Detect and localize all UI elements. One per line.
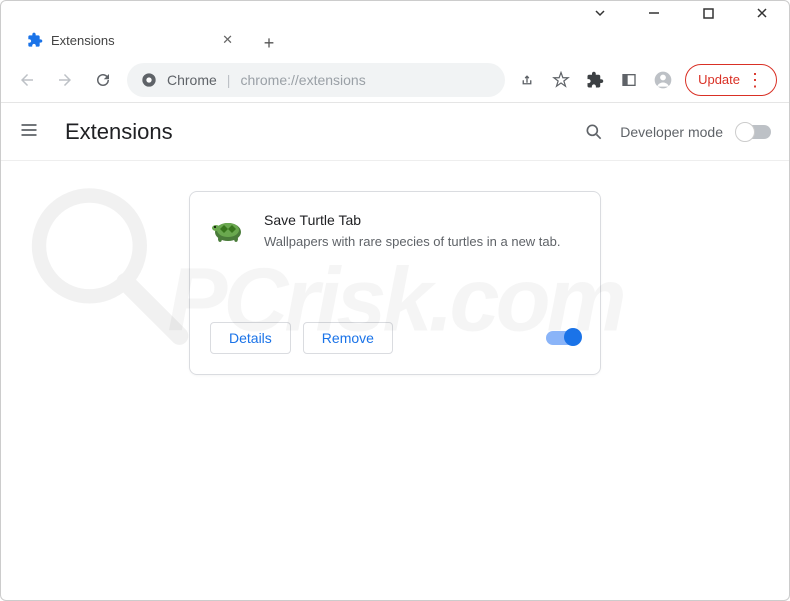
tab-title: Extensions — [51, 33, 115, 48]
address-bar[interactable]: Chrome | chrome://extensions — [127, 63, 505, 97]
minimize-icon[interactable] — [647, 6, 661, 20]
page-header: Extensions Developer mode — [1, 103, 789, 161]
extensions-favicon — [27, 32, 43, 48]
developer-mode-label: Developer mode — [620, 124, 723, 140]
extensions-icon[interactable] — [583, 68, 607, 92]
toolbar: Chrome | chrome://extensions Update ⋮ — [1, 57, 789, 103]
extension-card: Save Turtle Tab Wallpapers with rare spe… — [189, 191, 601, 375]
url-scheme: Chrome — [167, 72, 217, 88]
extension-toggle[interactable] — [546, 331, 580, 345]
forward-button[interactable] — [51, 66, 79, 94]
maximize-icon[interactable] — [701, 6, 715, 20]
details-button[interactable]: Details — [210, 322, 291, 354]
update-button[interactable]: Update ⋮ — [685, 64, 777, 96]
tab-strip: Extensions ✕ + — [1, 17, 789, 57]
profile-icon[interactable] — [651, 68, 675, 92]
url-text: chrome://extensions — [240, 72, 365, 88]
extension-name: Save Turtle Tab — [264, 212, 580, 228]
close-window-icon[interactable] — [755, 6, 769, 20]
search-icon[interactable] — [582, 120, 606, 144]
page-title: Extensions — [65, 119, 173, 145]
chevron-down-icon[interactable] — [593, 6, 607, 20]
back-button[interactable] — [13, 66, 41, 94]
remove-button[interactable]: Remove — [303, 322, 393, 354]
bookmark-icon[interactable] — [549, 68, 573, 92]
url-divider: | — [227, 72, 231, 88]
hamburger-menu-icon[interactable] — [19, 120, 43, 144]
browser-tab[interactable]: Extensions ✕ — [15, 23, 245, 57]
share-icon[interactable] — [515, 68, 539, 92]
close-tab-icon[interactable]: ✕ — [222, 32, 233, 48]
turtle-icon — [210, 212, 246, 248]
new-tab-button[interactable]: + — [255, 29, 283, 57]
reload-button[interactable] — [89, 66, 117, 94]
content-area: Save Turtle Tab Wallpapers with rare spe… — [1, 161, 789, 405]
update-label: Update — [698, 72, 740, 87]
sidepanel-icon[interactable] — [617, 68, 641, 92]
developer-mode-toggle[interactable] — [737, 125, 771, 139]
chrome-icon — [141, 72, 157, 88]
menu-dots-icon: ⋮ — [746, 71, 764, 89]
extension-description: Wallpapers with rare species of turtles … — [264, 232, 580, 252]
